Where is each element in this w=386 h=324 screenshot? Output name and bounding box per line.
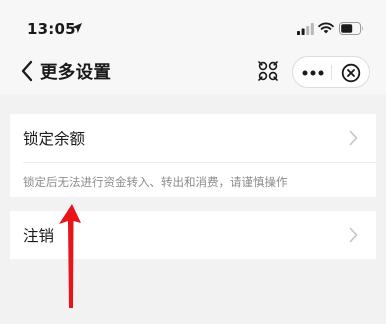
lock-balance-row[interactable]: 锁定余额	[10, 114, 376, 162]
deregister-label: 注销	[23, 227, 55, 245]
status-time: 13:05	[27, 20, 76, 38]
close-icon	[341, 63, 361, 83]
chevron-right-icon	[349, 227, 358, 243]
chevron-right-icon	[349, 130, 358, 146]
page-title: 更多设置	[40, 62, 112, 83]
nav-bar: 更多设置	[0, 44, 386, 94]
annotation-arrow-icon	[59, 204, 81, 308]
signal-icon	[297, 23, 314, 35]
chevron-left-icon	[21, 60, 33, 82]
back-button[interactable]: 更多设置	[20, 57, 150, 85]
battery-icon	[339, 22, 363, 35]
lock-balance-description: 锁定后无法进行资金转入、转出和消费，请谨慎操作	[23, 175, 288, 189]
scan-icon[interactable]	[257, 60, 279, 82]
location-arrow-icon	[72, 23, 82, 33]
capsule-divider	[331, 65, 332, 80]
wifi-icon	[318, 22, 334, 34]
more-button[interactable]	[297, 61, 329, 85]
mini-program-capsule	[292, 56, 370, 88]
status-bar: 13:05	[0, 0, 386, 44]
row-divider	[23, 162, 376, 163]
close-button[interactable]	[336, 61, 366, 85]
lock-balance-group: 锁定余额 锁定后无法进行资金转入、转出和消费，请谨慎操作	[10, 114, 376, 197]
lock-balance-label: 锁定余额	[23, 130, 86, 148]
more-icon	[302, 70, 324, 76]
